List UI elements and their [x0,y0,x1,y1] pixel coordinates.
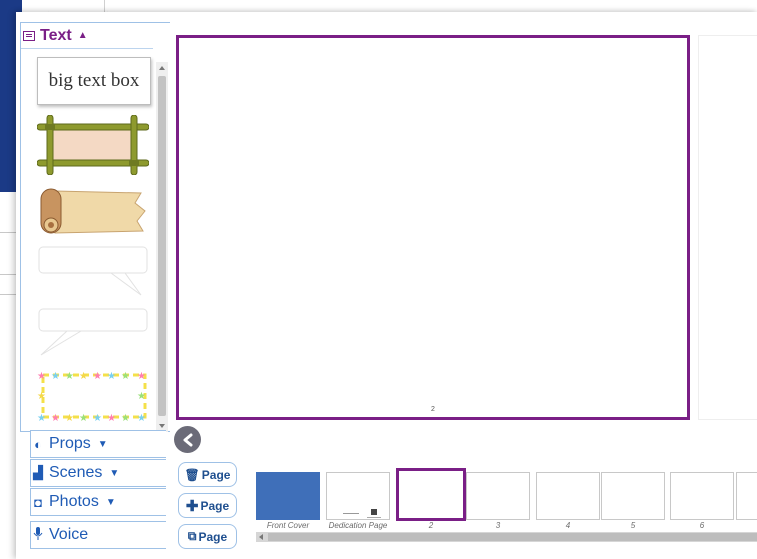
svg-text:★: ★ [79,371,88,382]
svg-text:★: ★ [107,413,116,423]
trash-icon: 🗑 [184,467,200,482]
scroll-down-icon[interactable] [159,424,165,428]
svg-text:★: ★ [137,391,146,402]
svg-text:★: ★ [93,413,102,423]
speech-bubble-thumbnail[interactable] [37,305,151,359]
photos-label: Photos [49,493,99,510]
page-caption: Dedication Page [328,521,388,530]
duplicate-page-button[interactable]: ⧉ Page [178,524,237,549]
page-caption: Front Cover [266,521,310,530]
svg-text:★: ★ [107,371,116,382]
page-filmstrip: Front Cover Dedication Page 2 3 4 5 6 [256,468,757,538]
big-text-box-label: big text box [48,70,140,91]
caret-up-icon: ▲ [77,30,88,41]
svg-text:★: ★ [93,371,102,382]
previous-page-button[interactable] [174,426,201,453]
chevron-left-icon [183,433,192,446]
scroll-up-icon[interactable] [159,66,165,70]
scenes-icon: ▟ [33,465,43,480]
svg-text:★: ★ [79,413,88,423]
svg-text:★: ★ [65,371,74,382]
page-number: 2 [431,406,435,413]
page-thumbnail-front-cover[interactable] [256,472,320,520]
page-caption: 4 [565,521,571,530]
page-caption: 3 [495,521,501,530]
filmstrip-scroll-thumb[interactable] [268,533,757,541]
page-thumbnail-selected[interactable] [396,468,466,521]
text-section-label: Text [40,26,72,44]
plus-icon: ✚ [185,497,199,515]
svg-text:★: ★ [137,413,146,423]
page-thumbnail[interactable] [536,472,600,520]
page-thumbnail[interactable] [601,472,665,520]
delete-page-button[interactable]: 🗑 Page [178,462,237,487]
svg-text:★: ★ [51,371,60,382]
page-caption: 5 [630,521,636,530]
voice-label: Voice [49,526,89,543]
svg-text:★: ★ [37,371,46,382]
page-caption: 2 [428,521,434,530]
caret-down-icon: ▼ [97,438,108,450]
photos-category[interactable]: ◘ Photos ▼ [30,488,166,516]
star-frame-thumbnail[interactable]: ★ ★ ★ ★ ★ ★ ★ ★ ★ ★ ★ ★ ★ ★ ★ ★ ★ ★ [37,369,151,423]
scenes-category[interactable]: ▟ Scenes ▼ [30,459,166,487]
page-thumbnail[interactable] [670,472,734,520]
svg-text:★: ★ [37,391,46,402]
props-icon: ◐ [34,436,42,452]
text-box-icon [23,30,35,41]
bamboo-frame-thumbnail[interactable] [37,115,149,175]
scroll-left-icon[interactable] [259,534,263,540]
assets-panel: Text ▲ big text box ★ ★ ★ ★ ★ ★ ★ ★ ★ ★ … [20,22,170,432]
svg-text:★: ★ [121,371,130,382]
caret-down-icon: ▼ [109,467,120,479]
duplicate-icon: ⧉ [187,529,197,543]
duplicate-page-label: Page [198,529,228,544]
delete-page-label: Page [201,467,231,482]
add-page-label: Page [200,498,230,513]
page-canvas[interactable]: 2 [176,35,690,420]
next-page-preview[interactable] [698,35,757,420]
big-text-box-item[interactable]: big text box [37,57,151,105]
page-thumbnail[interactable] [466,472,530,520]
assets-scrollbar[interactable] [156,62,168,432]
svg-text:★: ★ [137,371,146,382]
microphone-icon [31,526,45,544]
filmstrip-scrollbar[interactable] [256,532,757,542]
svg-text:★: ★ [51,413,60,423]
add-page-button[interactable]: ✚ Page [178,493,237,518]
svg-text:★: ★ [65,413,74,423]
scrollbar-thumb[interactable] [158,76,166,416]
voice-category[interactable]: Voice [30,521,166,549]
photos-icon: ◘ [34,494,42,510]
page-thumbnail-dedication[interactable] [326,472,390,520]
svg-text:★: ★ [37,413,46,423]
text-section-toggle[interactable]: Text ▲ [21,23,153,49]
parchment-scroll-thumbnail[interactable] [37,185,149,237]
caret-down-icon: ▼ [105,496,116,508]
page-thumbnail[interactable] [736,472,757,520]
page-caption: 6 [699,521,705,530]
props-label: Props [49,435,91,452]
props-category[interactable]: ◐ Props ▼ [30,430,166,458]
scenes-label: Scenes [49,464,103,481]
speech-bubble-thumbnail[interactable] [37,245,151,299]
svg-text:★: ★ [121,413,130,423]
